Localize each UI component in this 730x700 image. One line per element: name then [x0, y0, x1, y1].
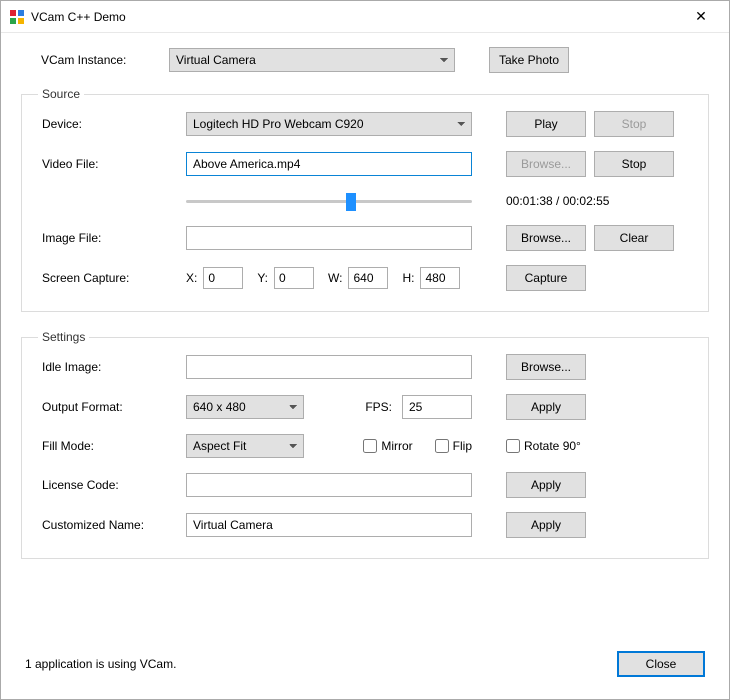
device-label: Device:	[38, 117, 178, 131]
settings-group: Settings Idle Image: Browse... Output Fo…	[21, 330, 709, 559]
x-label: X:	[186, 271, 197, 285]
close-button[interactable]: Close	[617, 651, 705, 677]
status-text: 1 application is using VCam.	[25, 657, 176, 671]
imagefile-input[interactable]	[186, 226, 472, 250]
source-group: Source Device: Logitech HD Pro Webcam C9…	[21, 87, 709, 312]
license-input[interactable]	[186, 473, 472, 497]
bottom-bar: 1 application is using VCam. Close	[21, 647, 709, 681]
fps-input[interactable]	[402, 395, 472, 419]
settings-legend: Settings	[38, 330, 89, 344]
fillmode-label: Fill Mode:	[38, 439, 178, 453]
h-input[interactable]	[420, 267, 460, 289]
x-input[interactable]	[203, 267, 243, 289]
customname-input[interactable]	[186, 513, 472, 537]
videofile-browse-button[interactable]: Browse...	[506, 151, 586, 177]
instance-combo[interactable]: Virtual Camera	[169, 48, 455, 72]
rotate-label: Rotate 90°	[524, 439, 581, 453]
capture-button[interactable]: Capture	[506, 265, 586, 291]
source-legend: Source	[38, 87, 84, 101]
title-bar: VCam C++ Demo ✕	[1, 1, 729, 33]
fps-label: FPS:	[365, 400, 392, 414]
h-label: H:	[402, 271, 414, 285]
outfmt-apply-button[interactable]: Apply	[506, 394, 586, 420]
mirror-checkbox[interactable]: Mirror	[363, 439, 412, 453]
close-icon: ✕	[695, 8, 707, 25]
idle-label: Idle Image:	[38, 360, 178, 374]
videofile-input[interactable]	[186, 152, 472, 176]
screencap-label: Screen Capture:	[38, 271, 178, 285]
fillmode-combo[interactable]: Aspect Fit	[186, 434, 304, 458]
video-time-display: 00:01:38 / 00:02:55	[506, 194, 609, 208]
y-label: Y:	[257, 271, 268, 285]
window-close-button[interactable]: ✕	[681, 1, 721, 32]
instance-label: VCam Instance:	[21, 53, 161, 67]
imagefile-browse-button[interactable]: Browse...	[506, 225, 586, 251]
videofile-label: Video File:	[38, 157, 178, 171]
flip-label: Flip	[453, 439, 472, 453]
rotate-checkbox[interactable]: Rotate 90°	[506, 439, 581, 453]
outfmt-label: Output Format:	[38, 400, 178, 414]
slider-thumb-icon	[346, 193, 356, 211]
videofile-stop-button[interactable]: Stop	[594, 151, 674, 177]
w-label: W:	[328, 271, 342, 285]
imagefile-clear-button[interactable]: Clear	[594, 225, 674, 251]
idle-input[interactable]	[186, 355, 472, 379]
take-photo-button[interactable]: Take Photo	[489, 47, 569, 73]
device-combo[interactable]: Logitech HD Pro Webcam C920	[186, 112, 472, 136]
imagefile-label: Image File:	[38, 231, 178, 245]
app-icon	[9, 9, 25, 25]
window-title: VCam C++ Demo	[31, 10, 681, 24]
outfmt-combo[interactable]: 640 x 480	[186, 395, 304, 419]
device-stop-button[interactable]: Stop	[594, 111, 674, 137]
device-play-button[interactable]: Play	[506, 111, 586, 137]
license-apply-button[interactable]: Apply	[506, 472, 586, 498]
w-input[interactable]	[348, 267, 388, 289]
y-input[interactable]	[274, 267, 314, 289]
mirror-label: Mirror	[381, 439, 412, 453]
customname-label: Customized Name:	[38, 518, 178, 532]
app-window: VCam C++ Demo ✕ VCam Instance: Virtual C…	[0, 0, 730, 700]
content-area: VCam Instance: Virtual Camera Take Photo…	[1, 33, 729, 699]
customname-apply-button[interactable]: Apply	[506, 512, 586, 538]
idle-browse-button[interactable]: Browse...	[506, 354, 586, 380]
flip-checkbox[interactable]: Flip	[435, 439, 472, 453]
license-label: License Code:	[38, 478, 178, 492]
video-progress-slider[interactable]	[186, 191, 472, 211]
